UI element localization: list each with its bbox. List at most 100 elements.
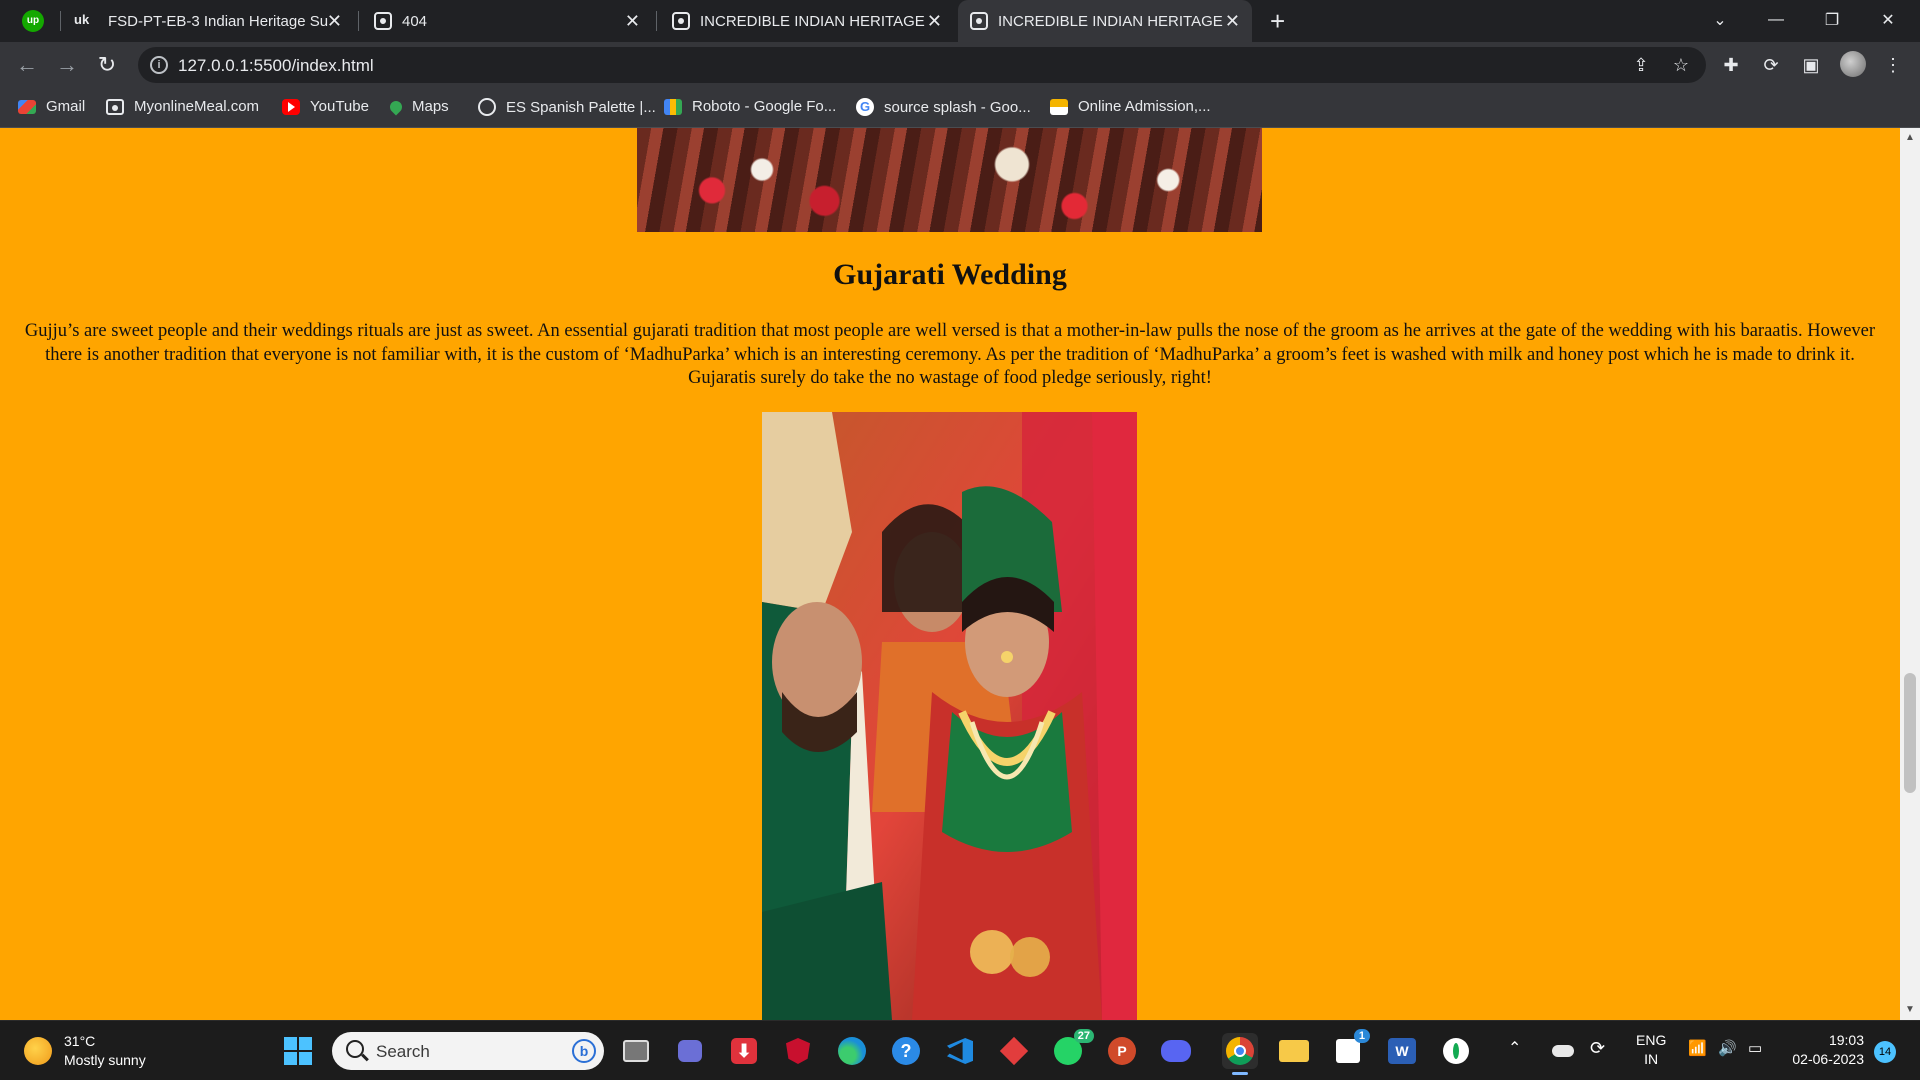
radio-icon [672, 12, 690, 30]
scrollbar-thumb[interactable] [1904, 673, 1916, 793]
clock-date: 02-06-2023 [1792, 1051, 1864, 1067]
edge-icon[interactable] [834, 1033, 870, 1069]
help-icon[interactable]: ? [888, 1033, 924, 1069]
discord-icon[interactable] [1158, 1033, 1194, 1069]
maps-icon [387, 98, 405, 115]
sync-icon[interactable]: ⟳ [1590, 1039, 1605, 1058]
extensions-puzzle-icon[interactable]: ✚ [1720, 54, 1742, 76]
language-indicator[interactable]: ENG IN [1636, 1031, 1666, 1069]
mongodb-compass-icon[interactable] [1438, 1033, 1474, 1069]
profile-avatar[interactable] [1840, 51, 1866, 77]
search-placeholder: Search [376, 1042, 430, 1061]
close-icon[interactable]: ✕ [1225, 12, 1240, 30]
wedding-image-top [637, 128, 1262, 232]
show-hidden-icons-chevron-up-icon[interactable]: ⌃ [1508, 1039, 1521, 1058]
bookmark-online-admission[interactable]: Online Admission,... [1050, 98, 1211, 115]
share-icon[interactable]: ⇪ [1630, 54, 1652, 76]
google-icon: G [856, 98, 874, 116]
online-admission-icon [1050, 98, 1068, 115]
windows-taskbar: 31°C Mostly sunny Search b ⬇ ? 27 P 1 W … [0, 1020, 1920, 1080]
microsoft-store-icon[interactable]: 1 [1330, 1029, 1370, 1069]
tab-fsd-indian-heritage[interactable]: uk FSD-PT-EB-3 Indian Heritage Sub ✕ [64, 0, 354, 42]
vscode-icon[interactable] [942, 1033, 978, 1069]
chrome-icon[interactable] [1222, 1033, 1258, 1075]
browser-title-bar: up uk FSD-PT-EB-3 Indian Heritage Sub ✕ … [0, 0, 1920, 42]
notification-count-badge[interactable]: 14 [1874, 1041, 1896, 1063]
new-tab-button[interactable]: + [1270, 6, 1285, 37]
upgrad-extension-icon[interactable]: up [22, 10, 44, 32]
globe-icon [478, 98, 496, 116]
scroll-down-arrow-icon[interactable]: ▼ [1905, 1004, 1915, 1015]
teams-chat-icon[interactable] [672, 1033, 708, 1069]
whatsapp-icon[interactable]: 27 [1050, 1029, 1094, 1069]
reload-icon[interactable]: ↻ [92, 50, 122, 80]
mcafee-icon[interactable] [780, 1033, 816, 1069]
minimize-button[interactable]: — [1748, 0, 1804, 40]
wedding-photo-illustration [762, 412, 1137, 1020]
git-icon[interactable] [996, 1033, 1032, 1069]
back-arrow-icon[interactable]: ← [12, 50, 42, 80]
url-text[interactable]: 127.0.0.1:5500/index.html [178, 56, 374, 76]
extension-icon[interactable]: ⟳ [1760, 54, 1782, 76]
bookmark-label: Maps [412, 98, 449, 115]
start-windows-icon[interactable] [284, 1037, 312, 1065]
scroll-up-arrow-icon[interactable]: ▲ [1905, 132, 1915, 143]
close-icon[interactable]: ✕ [327, 12, 342, 30]
bookmark-source-splash[interactable]: G source splash - Goo... [856, 98, 1031, 116]
bookmark-label: YouTube [310, 98, 369, 115]
side-panel-icon[interactable]: ▣ [1800, 54, 1822, 76]
wifi-icon[interactable]: 📶 [1688, 1039, 1707, 1058]
restore-button[interactable]: ❐ [1804, 0, 1860, 40]
tab-404[interactable]: 404 ✕ [362, 0, 652, 42]
bookmark-maps[interactable]: Maps [387, 98, 449, 115]
taskbar-search[interactable]: Search b [332, 1032, 604, 1070]
whatsapp-badge: 27 [1073, 1029, 1094, 1043]
onedrive-cloud-icon[interactable] [1552, 1045, 1574, 1057]
region-code: IN [1644, 1051, 1659, 1067]
tab-incredible-indian-heritage-active[interactable]: INCREDIBLE INDIAN HERITAGE ✕ [958, 0, 1252, 42]
bookmark-label: Gmail [46, 98, 86, 115]
clock[interactable]: 19:03 02-06-2023 [1780, 1031, 1864, 1069]
battery-icon[interactable]: ▭ [1748, 1039, 1762, 1058]
tab-title: INCREDIBLE INDIAN HERITAGE [998, 12, 1223, 30]
powerpoint-icon[interactable]: P [1104, 1033, 1140, 1069]
tab-separator [60, 11, 61, 31]
bookmark-roboto-google-fonts[interactable]: Roboto - Google Fo... [664, 98, 836, 115]
tab-incredible-indian-heritage[interactable]: INCREDIBLE INDIAN HERITAGE ✕ [660, 0, 954, 42]
bookmark-myonlinemeal[interactable]: MyonlineMeal.com [106, 98, 259, 115]
weather-widget[interactable]: 31°C Mostly sunny [24, 1031, 174, 1071]
weather-condition: Mostly sunny [64, 1052, 146, 1068]
page-viewport: Gujarati Wedding Gujju’s are sweet peopl… [0, 128, 1900, 1020]
tab-separator [358, 11, 359, 31]
gujarati-wedding-image [762, 412, 1137, 1020]
volume-icon[interactable]: 🔊 [1718, 1039, 1737, 1058]
bookmark-label: ES Spanish Palette |... [506, 98, 656, 116]
search-icon [346, 1040, 364, 1058]
menu-kebab-icon[interactable]: ⋮ [1882, 54, 1904, 76]
tab-title: INCREDIBLE INDIAN HERITAGE [700, 12, 925, 30]
gmail-icon [18, 99, 36, 114]
page-scrollbar[interactable]: ▲ ▼ [1900, 128, 1920, 1020]
close-icon[interactable]: ✕ [927, 12, 942, 30]
radio-icon [374, 12, 392, 30]
weather-temp: 31°C [64, 1033, 96, 1049]
download-manager-icon[interactable]: ⬇ [726, 1033, 762, 1069]
upgrad-icon: uk [74, 12, 90, 27]
forward-arrow-icon[interactable]: → [52, 50, 82, 80]
bookmark-youtube[interactable]: YouTube [282, 98, 369, 115]
bookmark-gmail[interactable]: Gmail [18, 98, 85, 115]
tab-search-chevron-down-icon[interactable]: ⌄ [1692, 0, 1748, 40]
word-icon[interactable]: W [1384, 1033, 1420, 1069]
close-window-button[interactable]: ✕ [1860, 0, 1916, 40]
close-icon[interactable]: ✕ [625, 12, 640, 30]
bookmark-spanish-palette[interactable]: ES Spanish Palette |... [478, 98, 656, 116]
site-info-icon[interactable]: i [150, 56, 168, 74]
file-explorer-icon[interactable] [1276, 1033, 1312, 1069]
bookmark-star-icon[interactable]: ☆ [1670, 54, 1692, 76]
browser-toolbar: ← → ↻ i 127.0.0.1:5500/index.html ⇪ ☆ ✚ … [0, 42, 1920, 88]
address-bar[interactable]: i 127.0.0.1:5500/index.html ⇪ ☆ [138, 47, 1706, 83]
sun-cloud-icon [24, 1037, 52, 1065]
google-fonts-icon [664, 98, 682, 115]
bookmark-label: Roboto - Google Fo... [692, 98, 837, 115]
task-view-icon[interactable] [618, 1033, 654, 1069]
